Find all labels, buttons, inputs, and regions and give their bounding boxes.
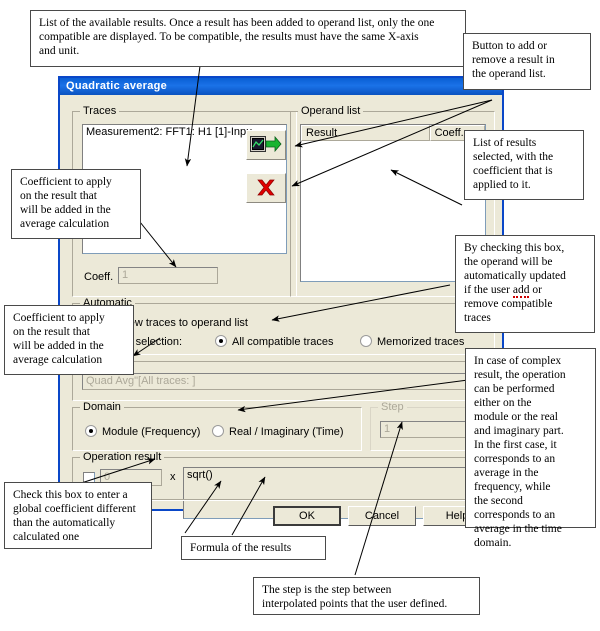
callout-line: will be added in the [13, 340, 104, 352]
callout-line: Formula of the results [190, 542, 292, 554]
radio-module-frequency-label: Module (Frequency) [102, 426, 201, 438]
formula-value: sqrt() [187, 469, 213, 481]
name-input[interactable]: Quad Avg"[All traces: ] [82, 373, 485, 390]
callout-line: on the result that [20, 190, 97, 202]
callout-line: corresponds to an [474, 509, 556, 521]
callout-line: global coefficient different [13, 503, 136, 515]
callout-add-remove-button: Button to add or remove a result in the … [463, 33, 591, 90]
callout-line: on the result that [13, 326, 90, 338]
remove-from-operand-button[interactable] [246, 173, 286, 203]
remove-red-cross-icon [257, 179, 275, 196]
operand-col-result[interactable]: Result [301, 125, 430, 141]
callout-line: By checking this box, [464, 242, 565, 254]
callout-line: can be performed [474, 383, 555, 395]
cancel-button-label: Cancel [364, 510, 400, 522]
callout-line: average in the [474, 467, 539, 479]
callout-line: the operand list. [472, 68, 546, 80]
radio-real-imaginary-time-label: Real / Imaginary (Time) [229, 426, 344, 438]
traces-coeff-input[interactable]: 1 [118, 267, 218, 284]
callout-line: Button to add or [472, 40, 548, 52]
domain-group-label: Domain [80, 401, 124, 413]
callout-line: and imaginary part. [474, 425, 564, 437]
callout-line: automatically updated [464, 270, 566, 282]
callout-line: Coefficient to apply [20, 176, 112, 188]
operation-result-group-label: Operation result [80, 451, 165, 463]
multiply-symbol: x [170, 471, 176, 483]
callout-coefficient-automatic: Coefficient to apply on the result that … [4, 305, 134, 375]
cancel-button[interactable]: Cancel [348, 506, 416, 526]
callout-text-pre: if the user [464, 284, 513, 296]
dialog-client-area: Traces Measurement2: FFT1: H1 [1]-Inpu C… [60, 95, 506, 530]
callout-line: coefficient that is [473, 165, 553, 177]
radio-dot-icon [219, 339, 223, 343]
callout-line: compatible are displayed. To be compatib… [39, 31, 419, 43]
callout-line-with-spellcheck: if the user add or [464, 283, 587, 298]
callout-step: The step is the step between interpolate… [253, 577, 480, 615]
callout-complex-domain: In case of complex result, the operation… [465, 348, 596, 549]
callout-line: Check this box to enter a [13, 489, 128, 501]
add-to-operand-icon [250, 135, 282, 153]
callout-line: remove a result in [472, 54, 555, 66]
callout-line: In the first case, it [474, 439, 557, 451]
callout-coefficient-traces: Coefficient to apply on the result that … [11, 169, 141, 239]
callout-line: module or the real [474, 411, 558, 423]
callout-line: will be added in the [20, 204, 111, 216]
callout-line: traces [464, 312, 491, 324]
callout-line: The step is the step between [262, 584, 392, 596]
ok-button-label: OK [299, 510, 315, 522]
callout-line: Coefficient to apply [13, 312, 105, 324]
callout-line: and unit. [39, 45, 80, 57]
callout-available-results: List of the available results. Once a re… [30, 10, 466, 67]
radio-all-compatible-traces[interactable] [215, 335, 227, 347]
callout-line: List of the available results. Once a re… [39, 17, 435, 29]
step-group-label: Step [378, 401, 407, 413]
radio-all-compatible-traces-label: All compatible traces [232, 336, 334, 348]
callout-line: remove compatible [464, 298, 553, 310]
callout-line: List of results [473, 137, 537, 149]
callout-line: applied to it. [473, 179, 531, 191]
screenshot-root: Quadratic average Traces Measurement2: F… [0, 0, 600, 631]
callout-line: In case of complex [474, 355, 562, 367]
traces-group-label: Traces [80, 105, 120, 117]
radio-real-imaginary-time[interactable] [212, 425, 224, 437]
name-value: Quad Avg"[All traces: ] [86, 375, 196, 387]
callout-line: domain. [474, 537, 512, 549]
add-to-operand-button[interactable] [246, 130, 286, 160]
radio-dot-icon [89, 429, 93, 433]
callout-line: result, the operation [474, 369, 566, 381]
radio-memorized-traces[interactable] [360, 335, 372, 347]
radio-memorized-traces-label: Memorized traces [377, 336, 465, 348]
callout-formula: Formula of the results [181, 536, 326, 560]
callout-line: either on the [474, 397, 532, 409]
callout-line: corresponds to an [474, 453, 556, 465]
ok-button[interactable]: OK [273, 506, 341, 526]
traces-coeff-value: 1 [122, 269, 129, 281]
callout-line: than the automatically [13, 517, 116, 529]
callout-line: the second [474, 495, 523, 507]
operand-list-header: Result Coeff. [301, 125, 485, 141]
callout-selected-results: List of results selected, with the coeff… [464, 130, 584, 200]
dialog-titlebar[interactable]: Quadratic average [60, 78, 502, 95]
callout-line: average calculation [13, 354, 103, 366]
step-value: 1 [384, 423, 391, 435]
radio-module-frequency[interactable] [85, 425, 97, 437]
callout-line: selected, with the [473, 151, 554, 163]
callout-auto-update: By checking this box, the operand will b… [455, 235, 595, 333]
callout-text-post: or [529, 284, 542, 296]
quadratic-average-dialog: Quadratic average Traces Measurement2: F… [58, 76, 506, 530]
callout-line: the operand will be [464, 256, 553, 268]
callout-line: average in the time [474, 523, 562, 535]
callout-line: average calculation [20, 218, 110, 230]
callout-line: frequency, while [474, 481, 551, 493]
callout-line: interpolated points that the user define… [262, 598, 448, 610]
spellcheck-error-word: add [512, 284, 530, 298]
traces-coeff-label: Coeff. [84, 271, 114, 283]
callout-global-coefficient: Check this box to enter a global coeffic… [4, 482, 152, 549]
callout-line: calculated one [13, 531, 80, 543]
dialog-title: Quadratic average [66, 80, 168, 92]
operand-list-group-label: Operand list [298, 105, 364, 117]
